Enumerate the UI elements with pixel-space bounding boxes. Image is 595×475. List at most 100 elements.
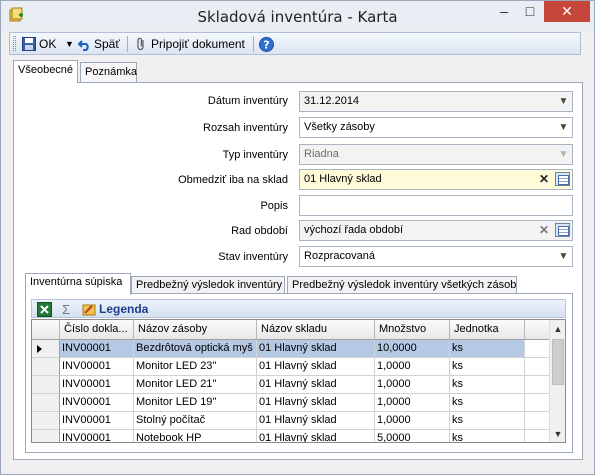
tab-inventory-sheet[interactable]: Inventúrna súpiska [25,273,131,295]
series-field[interactable]: výchozí řada období ✕ [299,220,573,241]
table-cell-filler[interactable] [525,430,550,442]
table-cell[interactable]: INV00001 [60,376,134,394]
vertical-scrollbar[interactable]: ▲ ▼ [549,320,565,442]
table-cell[interactable]: INV00001 [60,394,134,412]
description-field[interactable] [299,195,573,216]
back-button[interactable]: Späť [78,36,120,52]
table-cell[interactable]: INV00001 [60,412,134,430]
minimize-button[interactable]: – [491,1,517,22]
table-cell[interactable]: INV00001 [60,430,134,442]
pick-list-icon[interactable] [555,223,570,237]
table-cell[interactable]: 1,0000 [375,412,450,430]
row-indicator[interactable] [32,376,60,394]
table-cell[interactable]: Bezdrôtová optická myš [134,340,257,358]
type-value: Riadna [304,148,339,160]
table-cell[interactable]: 01 Hlavný sklad [257,412,375,430]
table-cell-filler[interactable] [525,340,550,358]
table-row[interactable]: INV00001 Monitor LED 19'' 01 Hlavný sklad 1… [32,394,550,412]
close-button[interactable]: ✕ [544,1,590,22]
table-row[interactable]: INV00001 Monitor LED 21'' 01 Hlavný sklad 1… [32,376,550,394]
legend-button[interactable]: Legenda [82,301,148,317]
table-cell[interactable]: 1,0000 [375,358,450,376]
table-cell[interactable]: 01 Hlavný sklad [257,340,375,358]
sum-icon[interactable]: Σ [62,301,70,317]
scope-label: Rozsah inventúry [203,122,288,134]
date-label: Dátum inventúry [207,95,288,107]
row-indicator[interactable] [32,394,60,412]
table-cell[interactable]: ks [450,340,525,358]
row-indicator[interactable] [32,430,60,442]
column-header[interactable]: Názov zásoby [134,320,257,340]
table-cell[interactable]: 1,0000 [375,394,450,412]
clear-icon[interactable]: ✕ [537,223,551,237]
toolbar-grip[interactable] [13,36,16,51]
table-cell[interactable]: Monitor LED 19'' [134,394,257,412]
type-select[interactable]: Riadna ▼ [299,144,573,165]
warehouse-value: 01 Hlavný sklad [304,173,382,185]
tab-general[interactable]: Všeobecné [13,60,78,83]
table-cell[interactable]: 10,0000 [375,340,450,358]
table-cell[interactable]: 1,0000 [375,376,450,394]
table-row[interactable]: INV00001 Bezdrôtová optická myš 01 Hlavný … [32,340,550,358]
tab-note[interactable]: Poznámka [80,62,137,82]
ok-button[interactable]: OK [22,36,56,52]
chevron-down-icon: ▼ [558,149,569,160]
chevron-down-icon[interactable]: ▼ [555,118,572,137]
ok-label: OK [39,37,57,51]
row-indicator[interactable] [32,358,60,376]
scope-value: Všetky zásoby [304,121,375,133]
ok-dropdown-arrow-icon[interactable]: ▼ [65,36,74,52]
table-cell[interactable]: Notebook HP [134,430,257,442]
table-cell[interactable]: 01 Hlavný sklad [257,358,375,376]
table-cell[interactable]: ks [450,376,525,394]
help-button[interactable]: ? [259,36,274,52]
date-value: 31.12.2014 [304,95,360,107]
table-cell-filler[interactable] [525,376,550,394]
row-indicator[interactable] [32,340,60,358]
scrollbar-thumb[interactable] [552,339,564,385]
warehouse-field[interactable]: 01 Hlavný sklad ✕ [299,169,573,190]
pick-list-icon[interactable] [555,172,570,186]
excel-export-icon[interactable] [37,301,52,317]
chevron-down-icon[interactable]: ▼ [555,247,572,266]
attach-document-button[interactable]: Pripojiť dokument [135,36,245,52]
table-cell[interactable]: INV00001 [60,358,134,376]
table-cell[interactable]: 01 Hlavný sklad [257,394,375,412]
status-select[interactable]: Rozpracovaná ▼ [299,246,573,267]
table-cell[interactable]: ks [450,412,525,430]
column-header[interactable]: Názov skladu [257,320,375,340]
column-header[interactable]: Jednotka [450,320,525,340]
scroll-down-icon[interactable]: ▼ [550,426,565,442]
table-cell[interactable]: INV00001 [60,340,134,358]
table-cell[interactable]: Monitor LED 23'' [134,358,257,376]
title-bar[interactable]: Skladová inventúra - Karta – □ ✕ [1,1,594,31]
table-row[interactable]: INV00001 Monitor LED 23'' 01 Hlavný sklad 1… [32,358,550,376]
table-row[interactable]: INV00001 Stolný počítač 01 Hlavný sklad 1,0… [32,412,550,430]
table-cell[interactable]: ks [450,358,525,376]
table-cell[interactable]: Monitor LED 21'' [134,376,257,394]
tab-preliminary-result[interactable]: Predbežný výsledok inventúry [131,276,285,294]
table-cell[interactable]: ks [450,394,525,412]
table-row[interactable]: INV00001 Notebook HP 01 Hlavný sklad 5,0000… [32,430,550,442]
tab-preliminary-result-all[interactable]: Predbežný výsledok inventúry všetkých zá… [287,276,517,294]
chevron-down-icon[interactable]: ▼ [555,92,572,111]
table-cell[interactable]: 01 Hlavný sklad [257,376,375,394]
date-field[interactable]: 31.12.2014 ▼ [299,91,573,112]
table-cell[interactable]: ks [450,430,525,442]
maximize-button[interactable]: □ [517,1,543,22]
table-cell[interactable]: Stolný počítač [134,412,257,430]
scroll-up-icon[interactable]: ▲ [550,321,565,337]
paperclip-icon [137,37,144,51]
table-cell-filler[interactable] [525,412,550,430]
table-cell-filler[interactable] [525,394,550,412]
legend-icon [82,304,96,316]
column-header[interactable]: Číslo dokla... [60,320,134,340]
row-indicator[interactable] [32,412,60,430]
table-cell-filler[interactable] [525,358,550,376]
scope-select[interactable]: Všetky zásoby ▼ [299,117,573,138]
table-cell[interactable]: 01 Hlavný sklad [257,430,375,442]
main-toolbar: OK ▼ Späť Pripojiť dokument ? [9,32,581,55]
clear-icon[interactable]: ✕ [537,172,551,186]
table-cell[interactable]: 5,0000 [375,430,450,442]
column-header[interactable]: Množstvo [375,320,450,340]
